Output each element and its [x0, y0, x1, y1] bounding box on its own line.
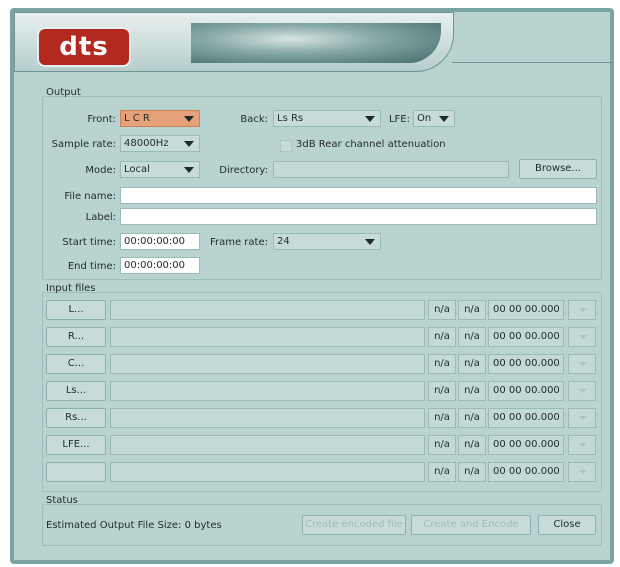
start-time-input[interactable]: 00:00:00:00 — [120, 233, 200, 250]
channel-col1-value: n/a — [428, 354, 456, 374]
mode-select[interactable]: Local — [120, 161, 200, 178]
channel-file-path-field[interactable] — [110, 408, 425, 428]
channel-timecode-value: 00 00 00.000 — [488, 300, 564, 320]
chevron-down-icon — [579, 443, 587, 447]
sample-rate-label: Sample rate: — [51, 139, 116, 150]
channel-file-button[interactable]: Ls... — [46, 381, 106, 401]
browse-button[interactable]: Browse... — [519, 159, 597, 179]
channel-file-button[interactable]: L... — [46, 300, 106, 320]
channel-col2-value: n/a — [458, 327, 486, 347]
file-name-input[interactable] — [120, 187, 597, 204]
close-button[interactable]: Close — [538, 515, 596, 535]
file-name-label: File name: — [64, 191, 116, 202]
channel-file-path-field[interactable] — [110, 300, 425, 320]
label-input[interactable] — [120, 208, 597, 225]
back-select[interactable]: Ls Rs — [273, 110, 381, 127]
end-time-label: End time: — [67, 261, 116, 272]
lfe-select-value: On — [417, 113, 432, 124]
label-label: Label: — [85, 212, 116, 223]
front-select-value: L C R — [124, 113, 150, 124]
channel-col1-value: n/a — [428, 381, 456, 401]
channel-col2-value: n/a — [458, 408, 486, 428]
chevron-down-icon — [579, 308, 587, 312]
channel-timecode-value: 00 00 00.000 — [488, 354, 564, 374]
channel-file-button[interactable]: LFE... — [46, 435, 106, 455]
channel-spinner[interactable] — [568, 408, 596, 428]
chevron-down-icon — [579, 362, 587, 366]
banner-sky-image — [191, 23, 441, 63]
channel-col1-value: n/a — [428, 462, 456, 482]
channel-timecode-value: 00 00 00.000 — [488, 381, 564, 401]
channel-file-path-field[interactable] — [110, 354, 425, 374]
channel-timecode-value: 00 00 00.000 — [488, 327, 564, 347]
channel-file-path-field[interactable] — [110, 327, 425, 347]
directory-label: Directory: — [219, 165, 268, 176]
channel-timecode-value: 00 00 00.000 — [488, 462, 564, 482]
channel-timecode-value: 00 00 00.000 — [488, 435, 564, 455]
front-select[interactable]: L C R — [120, 110, 200, 127]
frame-rate-select-value: 24 — [277, 236, 290, 247]
chevron-down-icon — [184, 167, 194, 173]
sample-rate-select[interactable]: 48000Hz — [120, 135, 200, 152]
mode-label: Mode: — [85, 165, 116, 176]
channel-col2-value: n/a — [458, 381, 486, 401]
channel-spinner[interactable] — [568, 381, 596, 401]
channel-col1-value: n/a — [428, 408, 456, 428]
channel-file-path-field[interactable] — [110, 435, 425, 455]
chevron-down-icon — [365, 239, 375, 245]
rear-attenuation-label: 3dB Rear channel attenuation — [296, 139, 446, 150]
channel-col1-value: n/a — [428, 435, 456, 455]
create-encoded-file-button[interactable]: Create encoded file — [302, 515, 406, 535]
lfe-label: LFE: — [388, 114, 410, 125]
chevron-down-icon — [579, 416, 587, 420]
channel-timecode-value: 00 00 00.000 — [488, 408, 564, 428]
create-and-encode-button[interactable]: Create and Encode — [411, 515, 531, 535]
channel-col2-value: n/a — [458, 462, 486, 482]
chevron-down-icon — [184, 116, 194, 122]
channel-col1-value: n/a — [428, 327, 456, 347]
directory-field[interactable] — [273, 161, 509, 178]
start-time-label: Start time: — [62, 237, 116, 248]
banner-divider — [452, 62, 610, 63]
channel-spinner[interactable] — [568, 300, 596, 320]
back-label: Back: — [240, 114, 268, 125]
channel-col1-value: n/a — [428, 300, 456, 320]
output-section-title: Output — [46, 87, 81, 98]
end-time-input[interactable]: 00:00:00:00 — [120, 257, 200, 274]
back-select-value: Ls Rs — [277, 113, 304, 124]
estimated-size-text: Estimated Output File Size: 0 bytes — [46, 520, 222, 531]
channel-col2-value: n/a — [458, 354, 486, 374]
channel-spinner[interactable] — [568, 462, 596, 482]
channel-file-button[interactable] — [46, 462, 106, 482]
chevron-down-icon — [439, 116, 449, 122]
sample-rate-select-value: 48000Hz — [124, 138, 169, 149]
dts-logo: dts — [37, 27, 131, 67]
input-files-section-title: Input files — [46, 283, 96, 294]
channel-file-button[interactable]: C... — [46, 354, 106, 374]
channel-spinner[interactable] — [568, 435, 596, 455]
rear-attenuation-checkbox[interactable] — [280, 140, 292, 152]
channel-file-button[interactable]: R... — [46, 327, 106, 347]
channel-file-path-field[interactable] — [110, 381, 425, 401]
channel-col2-value: n/a — [458, 435, 486, 455]
chevron-down-icon — [365, 116, 375, 122]
channel-spinner[interactable] — [568, 354, 596, 374]
channel-col2-value: n/a — [458, 300, 486, 320]
chevron-down-icon — [579, 335, 587, 339]
lfe-select[interactable]: On — [413, 110, 455, 127]
front-label: Front: — [87, 114, 116, 125]
chevron-down-icon — [579, 389, 587, 393]
chevron-down-icon — [579, 470, 587, 474]
logo-text: dts — [59, 32, 109, 62]
header-banner: dts — [14, 12, 454, 72]
channel-spinner[interactable] — [568, 327, 596, 347]
frame-rate-label: Frame rate: — [209, 237, 268, 248]
status-section-title: Status — [46, 495, 78, 506]
chevron-down-icon — [184, 141, 194, 147]
channel-file-path-field[interactable] — [110, 462, 425, 482]
mode-select-value: Local — [124, 164, 150, 175]
frame-rate-select[interactable]: 24 — [273, 233, 381, 250]
channel-file-button[interactable]: Rs... — [46, 408, 106, 428]
